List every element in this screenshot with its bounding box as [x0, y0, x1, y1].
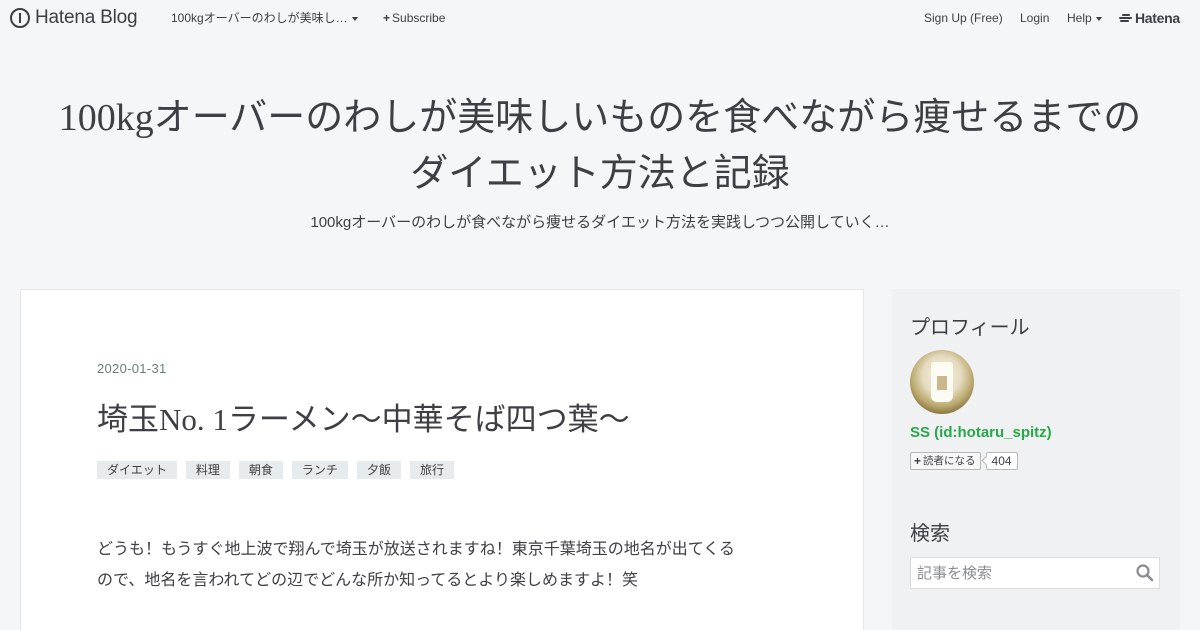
category-travel[interactable]: 旅行 [409, 461, 454, 479]
category-dinner[interactable]: 夕飯 [356, 461, 401, 479]
brand-label: Hatena Blog [35, 7, 138, 28]
subscribe-label: Subscribe [392, 11, 446, 25]
plus-icon: + [383, 11, 391, 25]
entry-date[interactable]: 2020-01-31 [97, 361, 167, 376]
hatena-wordmark: Hatena [1135, 10, 1180, 26]
search-input[interactable] [911, 558, 1129, 588]
category-lunch[interactable]: ランチ [291, 461, 348, 479]
blog-title-line-1: 100kgオーバーのわしが美味しいものを食べながら痩せるまでの [58, 97, 1142, 139]
blog-title[interactable]: 100kgオーバーのわしが美味しいものを食べながら痩せるまでの ダイエット方法と… [40, 90, 1160, 202]
chevron-down-icon [351, 16, 358, 21]
sidebar: プロフィール SS (id:hotaru_spitz) + 読者になる 404 … [892, 289, 1180, 630]
entry-body-line-2: ので、地名を言われてどの辺でどんな所か知ってるとより楽しめますよ！笑 [97, 571, 638, 589]
avatar[interactable] [910, 350, 974, 414]
signup-link[interactable]: Sign Up (Free) [924, 10, 1003, 26]
category-cooking[interactable]: 料理 [185, 461, 230, 479]
hatena-blog-home-link[interactable]: Hatena Blog [10, 7, 138, 29]
subscribe-button-label: 読者になる [923, 455, 976, 467]
hatena-blog-logo-icon [10, 8, 30, 28]
category-diet[interactable]: ダイエット [97, 461, 177, 479]
avatar-image [931, 362, 953, 402]
subscriber-count-badge[interactable]: 404 [985, 452, 1018, 470]
blog-menu-dropdown[interactable]: 100kgオーバーのわしが美味し… [171, 10, 358, 26]
search-form [910, 557, 1160, 589]
category-breakfast[interactable]: 朝食 [238, 461, 283, 479]
blog-menu-label: 100kgオーバーのわしが美味し… [171, 11, 348, 25]
search-icon [1136, 563, 1154, 581]
entry-body: どうも！もうすぐ地上波で翔んで埼玉が放送されますね！東京千葉埼玉の地名が出てくる… [97, 535, 787, 596]
entry-body-line-1: どうも！もうすぐ地上波で翔んで埼玉が放送されますね！東京千葉埼玉の地名が出てくる [97, 541, 735, 558]
subscribe-widget: + 読者になる 404 [910, 452, 1018, 470]
profile-module-title: プロフィール [910, 317, 1030, 339]
global-navbar: Hatena Blog 100kgオーバーのわしが美味し… + Subscribe… [0, 0, 1200, 36]
hatena-logo-icon [1119, 13, 1132, 23]
entry-article: 2020-01-31 埼玉No. 1ラーメン〜中華そば四つ葉〜 ダイエット 料理… [20, 289, 864, 630]
entry-categories: ダイエット 料理 朝食 ランチ 夕飯 旅行 [97, 461, 454, 479]
blog-title-line-2: ダイエット方法と記録 [410, 153, 790, 195]
help-label: Help [1067, 11, 1092, 25]
login-link[interactable]: Login [1020, 10, 1049, 26]
search-module-title: 検索 [910, 523, 950, 545]
subscribe-link[interactable]: + Subscribe [383, 10, 445, 26]
search-button[interactable] [1133, 562, 1157, 586]
help-dropdown[interactable]: Help [1067, 10, 1102, 26]
entry-title[interactable]: 埼玉No. 1ラーメン〜中華そば四つ葉〜 [97, 394, 630, 439]
chevron-down-icon [1095, 16, 1102, 21]
profile-name-link[interactable]: SS (id:hotaru_spitz) [910, 424, 1052, 441]
subscribe-button[interactable]: + 読者になる [910, 452, 981, 470]
hatena-home-link[interactable]: Hatena [1119, 9, 1180, 27]
plus-icon: + [914, 454, 922, 468]
blog-description: 100kgオーバーのわしが食べながら痩せるダイエット方法を実践しつつ公開していく… [310, 214, 890, 231]
